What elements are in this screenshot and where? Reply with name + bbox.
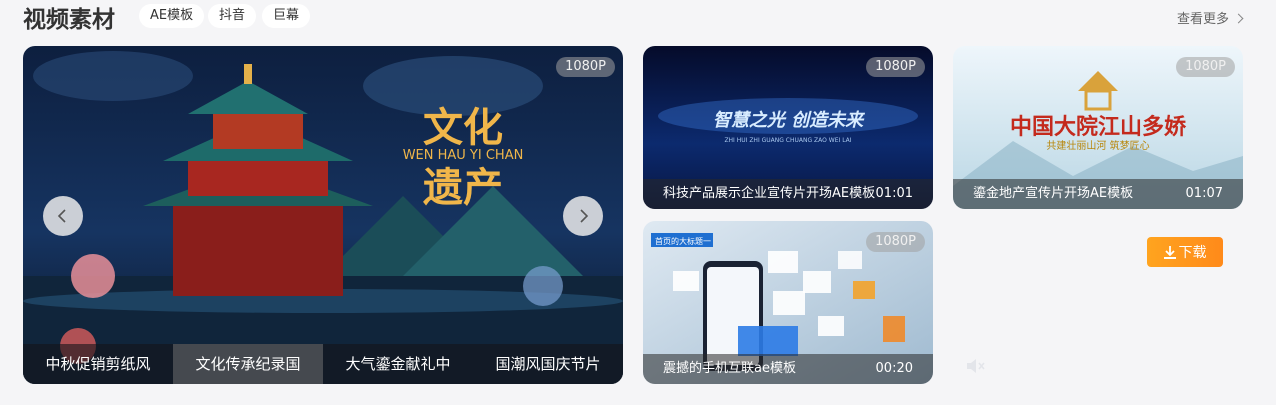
carousel-tab[interactable]: 大气鎏金献礼中 <box>323 344 473 384</box>
video-title: 鎏金地产宣传片开场AE模板 <box>973 186 1134 201</box>
video-card[interactable]: 中国大院江山多娇 共建壮丽山河 筑梦匠心 1080P 鎏金地产宣传片开场AE模板… <box>953 46 1243 209</box>
download-label: 下载 <box>1178 245 1207 261</box>
tag-jumu[interactable]: 巨幕 <box>262 4 311 28</box>
tag-douyin[interactable]: 抖音 <box>208 4 257 28</box>
art-subtitle: WEN HAU YI CHAN <box>403 148 524 163</box>
tag-ae-template[interactable]: AE模板 <box>139 4 205 28</box>
featured-video-card[interactable]: 文化 WEN HAU YI CHAN 遗产 1080P 中秋促销剪纸风 文化传承… <box>23 46 623 384</box>
chevron-right-icon <box>1233 13 1244 24</box>
page-title: 视频素材 <box>23 7 115 33</box>
video-caption: 震撼的手机互联ae模板 00:20 <box>643 354 933 384</box>
resolution-badge: 1080P <box>556 57 615 77</box>
card-art-text: 首页的大标题一 <box>655 236 711 246</box>
mute-icon[interactable] <box>965 357 987 375</box>
view-more-label: 查看更多 <box>1176 12 1229 27</box>
next-slide-button[interactable] <box>563 196 603 236</box>
video-duration: 01:07 <box>1185 186 1223 201</box>
video-duration: 00:20 <box>875 361 913 376</box>
resolution-badge: 1080P <box>866 232 925 252</box>
card-art-text: 智慧之光 创造未来 <box>713 110 865 131</box>
video-card[interactable]: 首页的大标题一 1080P 震撼的手机互联ae模板 00:20 <box>643 221 933 384</box>
carousel-tab[interactable]: 国潮风国庆节片 <box>473 344 623 384</box>
carousel-tab-active[interactable]: 文化传承纪录国 <box>173 344 323 384</box>
video-title: 震撼的手机互联ae模板 <box>663 361 796 376</box>
video-card[interactable]: 智慧之光 创造未来 ZHI HUI ZHI GUANG CHUANG ZAO W… <box>643 46 933 209</box>
download-icon <box>1163 245 1176 259</box>
carousel-tab[interactable]: 中秋促销剪纸风 <box>23 344 173 384</box>
view-more-link[interactable]: 查看更多 <box>1176 8 1244 27</box>
video-duration: 01:01 <box>875 186 913 201</box>
prev-slide-button[interactable] <box>43 196 83 236</box>
art-title-line2: 遗产 <box>423 164 503 211</box>
card-art-sub: 共建壮丽山河 筑梦匠心 <box>1046 139 1149 152</box>
art-title-line1: 文化 <box>423 104 503 151</box>
resolution-badge: 1080P <box>1176 57 1235 77</box>
card-art-text: 中国大院江山多娇 <box>1010 114 1187 140</box>
video-caption: 鎏金地产宣传片开场AE模板 01:07 <box>953 179 1243 209</box>
chevron-right-icon <box>580 209 589 223</box>
video-title: 科技产品展示企业宣传片开场AE模板 <box>663 186 876 201</box>
resolution-badge: 1080P <box>866 57 925 77</box>
video-caption: 科技产品展示企业宣传片开场AE模板 01:01 <box>643 179 933 209</box>
featured-thumbnail: 文化 WEN HAU YI CHAN 遗产 <box>23 46 623 384</box>
card-art-sub: ZHI HUI ZHI GUANG CHUANG ZAO WEI LAI <box>724 137 851 144</box>
download-button[interactable]: 下载 <box>1147 237 1223 267</box>
chevron-left-icon <box>57 209 66 223</box>
carousel-tabs: 中秋促销剪纸风 文化传承纪录国 大气鎏金献礼中 国潮风国庆节片 <box>23 344 623 384</box>
